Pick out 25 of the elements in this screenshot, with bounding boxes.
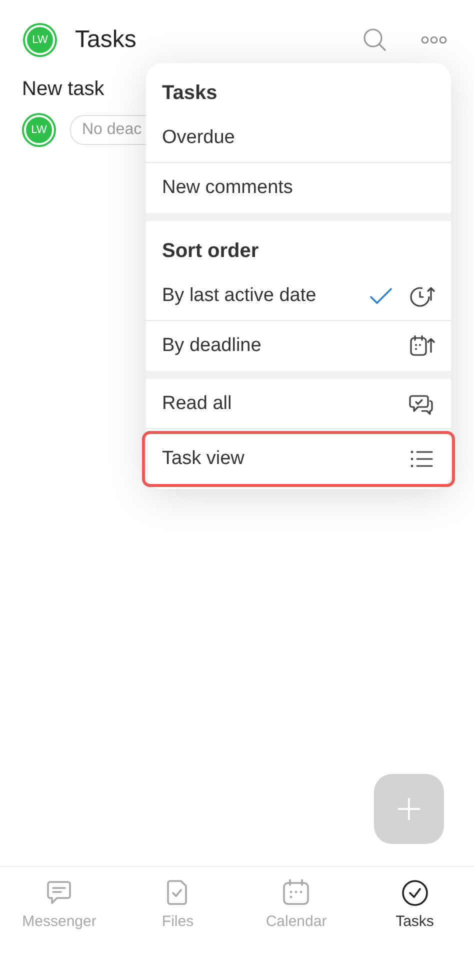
calendar-icon (282, 879, 310, 907)
menu-item-label: By last active date (162, 284, 318, 306)
menu-item-label: Task view (162, 448, 246, 470)
avatar: LW (24, 115, 54, 145)
add-button[interactable] (374, 774, 444, 844)
menu-item[interactable]: New comments (146, 163, 451, 213)
plus-icon (398, 798, 420, 820)
chat-icon (45, 879, 74, 907)
menu-item[interactable]: Task view (142, 431, 455, 487)
menu-item-label: Overdue (162, 126, 236, 148)
menu-item[interactable]: By deadline (146, 321, 451, 371)
more-icon[interactable] (420, 35, 448, 45)
menu-heading: Tasks (161, 81, 218, 106)
menu-item[interactable]: Overdue (146, 113, 451, 163)
menu-item[interactable]: Read all (146, 379, 451, 429)
search-icon[interactable] (362, 27, 388, 53)
menu-heading: Sort order (161, 239, 260, 264)
menu-item-label: New comments (162, 177, 294, 199)
menu-item-label: Read all (162, 392, 233, 414)
calendar-arrow-icon (409, 334, 435, 358)
menu-item-label: By deadline (162, 335, 262, 357)
tab[interactable]: Tasks (356, 879, 474, 930)
menu-item[interactable]: By last active date (146, 271, 451, 321)
screen-title: Tasks (75, 26, 136, 54)
check-circle-icon (400, 879, 429, 907)
